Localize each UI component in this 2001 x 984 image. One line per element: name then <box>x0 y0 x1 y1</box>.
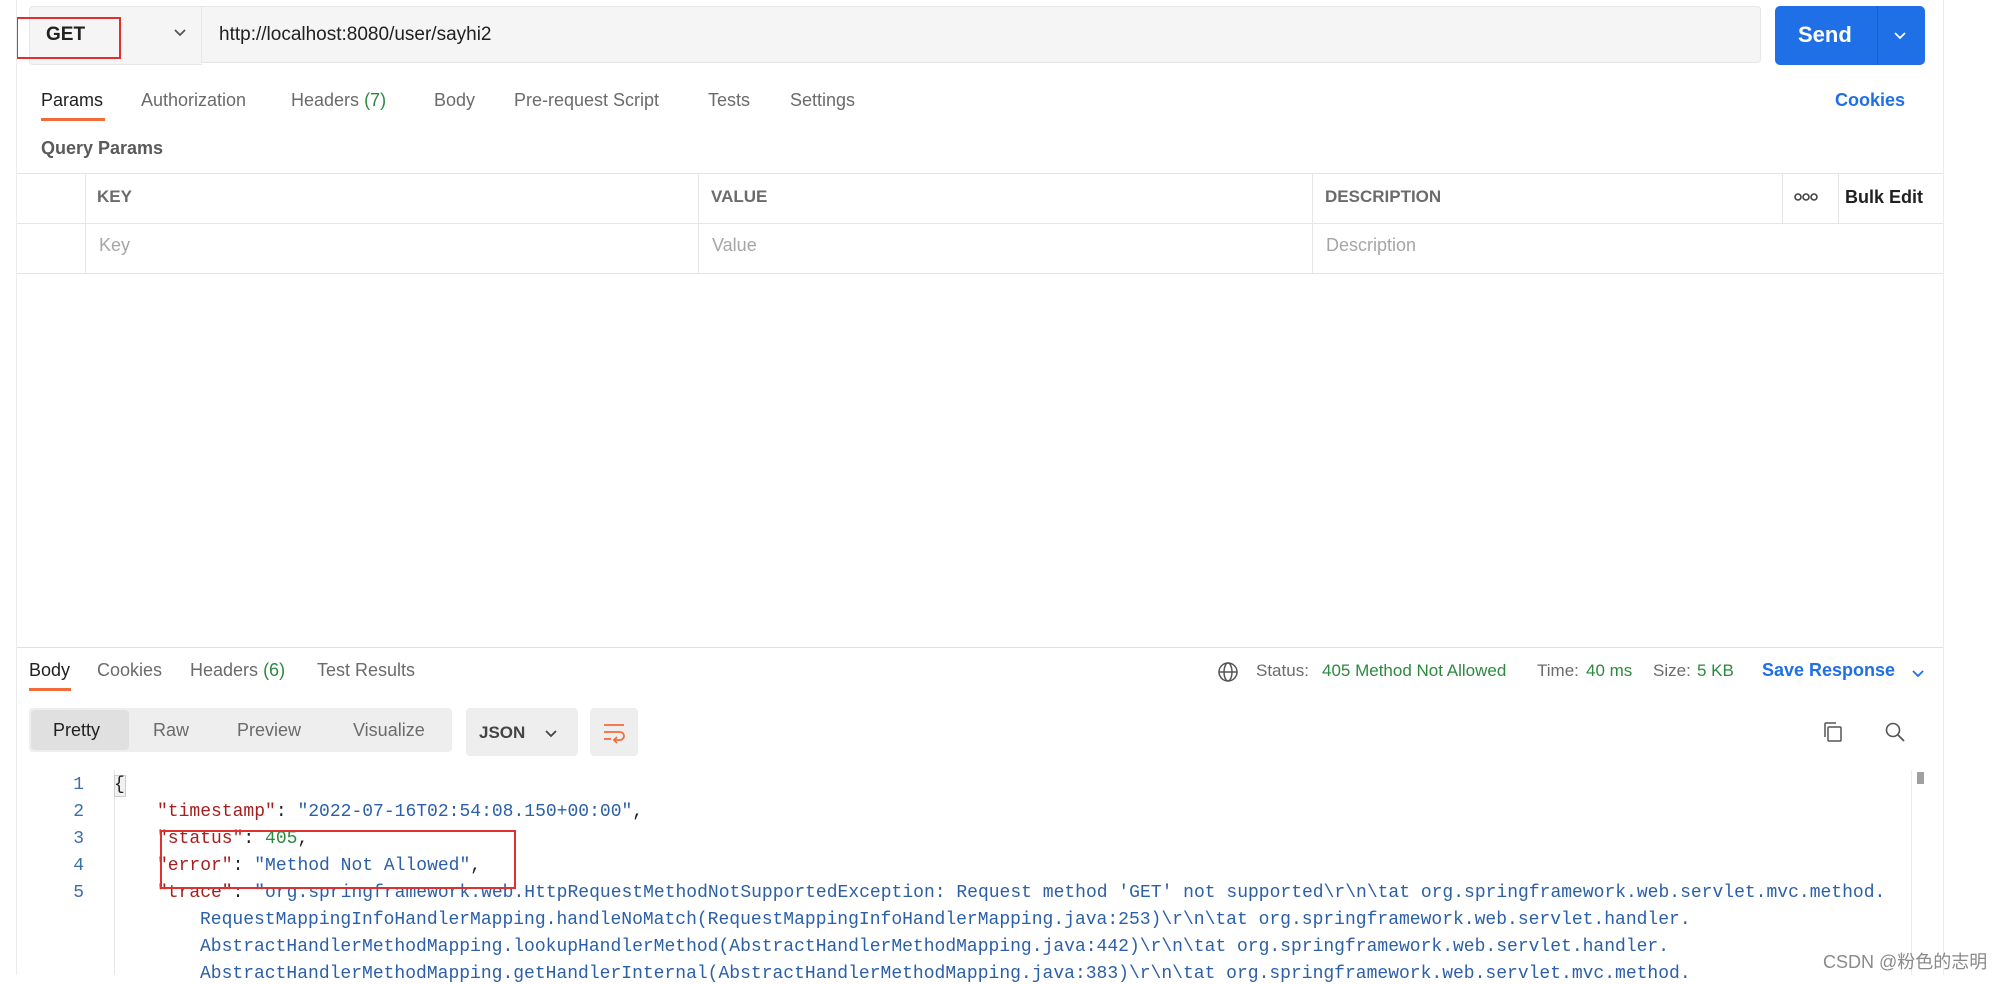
headers-count: (7) <box>364 90 387 110</box>
json-value-continued: RequestMappingInfoHandlerMapping.handleN… <box>200 910 1691 930</box>
json-value-continued: AbstractHandlerMethodMapping.getHandlerI… <box>200 964 1691 984</box>
table-border <box>16 173 1944 174</box>
scrollbar-track[interactable] <box>1911 770 1912 975</box>
column-value: VALUE <box>711 187 768 206</box>
send-divider <box>1877 6 1878 65</box>
table-border <box>16 273 1944 274</box>
table-border <box>1312 173 1313 273</box>
scrollbar-thumb[interactable] <box>1917 772 1924 784</box>
chevron-down-icon[interactable] <box>172 24 188 40</box>
save-response-button[interactable]: Save Response <box>1762 660 1895 681</box>
key-input[interactable]: Key <box>99 235 130 256</box>
json-open-brace: { <box>114 775 125 795</box>
size-value[interactable]: 5 KB <box>1697 661 1734 681</box>
bulk-edit-button[interactable]: Bulk Edit <box>1845 187 1923 208</box>
preview-button[interactable]: Preview <box>237 720 301 741</box>
chevron-down-icon[interactable] <box>543 725 559 741</box>
time-label: Time: <box>1537 661 1579 680</box>
send-button-label[interactable]: Send <box>1798 22 1852 48</box>
tab-headers-label: Headers <box>291 90 360 110</box>
table-border <box>698 173 699 273</box>
globe-icon[interactable] <box>1217 661 1239 683</box>
watermark: CSDN @粉色的志明 <box>1823 952 1988 972</box>
active-tab-indicator <box>41 118 105 121</box>
highlight-box-method <box>16 17 121 59</box>
tab-tests[interactable]: Tests <box>708 90 750 111</box>
description-input[interactable]: Description <box>1326 235 1416 256</box>
table-border <box>1782 173 1783 223</box>
tab-response-headers-label: Headers <box>190 660 259 680</box>
query-params-title: Query Params <box>41 138 164 158</box>
copy-icon[interactable] <box>1821 720 1845 744</box>
column-key: KEY <box>97 187 132 206</box>
pane-edge <box>1943 0 1944 975</box>
pane-edge <box>16 0 17 975</box>
wrap-lines-icon <box>604 724 625 744</box>
tab-pre-request-script[interactable]: Pre-request Script <box>514 90 659 111</box>
tab-authorization[interactable]: Authorization <box>141 90 246 111</box>
line-number: 1 <box>73 775 84 795</box>
chevron-down-icon[interactable] <box>1910 665 1926 681</box>
column-description: DESCRIPTION <box>1325 187 1442 206</box>
status-value[interactable]: 405 Method Not Allowed <box>1322 661 1506 681</box>
tab-params[interactable]: Params <box>41 90 103 111</box>
line-number: 2 <box>73 802 84 822</box>
line-number: 5 <box>73 883 84 903</box>
raw-button[interactable]: Raw <box>153 720 189 741</box>
pretty-label[interactable]: Pretty <box>53 720 100 741</box>
json-line-timestamp[interactable]: "timestamp": "2022-07-16T02:54:08.150+00… <box>157 802 643 822</box>
url-text[interactable]: http://localhost:8080/user/sayhi2 <box>219 24 492 46</box>
tab-settings[interactable]: Settings <box>790 90 855 111</box>
gutter-divider <box>114 770 115 975</box>
active-tab-indicator <box>29 688 71 691</box>
visualize-button[interactable]: Visualize <box>353 720 425 741</box>
value-input[interactable]: Value <box>712 235 757 256</box>
tab-response-body[interactable]: Body <box>29 660 70 681</box>
pane-divider[interactable] <box>16 647 1944 648</box>
chevron-down-icon[interactable] <box>1892 27 1908 43</box>
table-border <box>16 223 1944 224</box>
status-label: Status: <box>1256 661 1309 680</box>
line-number: 3 <box>73 829 84 849</box>
more-options-icon[interactable] <box>1794 190 1818 204</box>
cookies-link[interactable]: Cookies <box>1835 90 1905 111</box>
format-label: JSON <box>479 723 526 742</box>
tab-response-cookies[interactable]: Cookies <box>97 660 162 681</box>
tab-response-headers[interactable]: Headers (6) <box>190 660 285 681</box>
size-label: Size: <box>1653 661 1691 680</box>
json-value: "2022-07-16T02:54:08.150+00:00" <box>297 802 633 822</box>
tab-body[interactable]: Body <box>434 90 475 111</box>
table-border <box>85 173 86 273</box>
json-value-continued: AbstractHandlerMethodMapping.lookupHandl… <box>200 937 1670 957</box>
tab-headers[interactable]: Headers (7) <box>291 90 386 111</box>
tab-test-results[interactable]: Test Results <box>317 660 415 681</box>
highlight-box-status-error <box>160 830 516 889</box>
response-headers-count: (6) <box>263 660 286 680</box>
json-key: "timestamp" <box>157 802 276 822</box>
line-number: 4 <box>73 856 84 876</box>
search-icon[interactable] <box>1883 720 1907 744</box>
table-border <box>1838 173 1839 223</box>
time-value[interactable]: 40 ms <box>1586 661 1632 681</box>
